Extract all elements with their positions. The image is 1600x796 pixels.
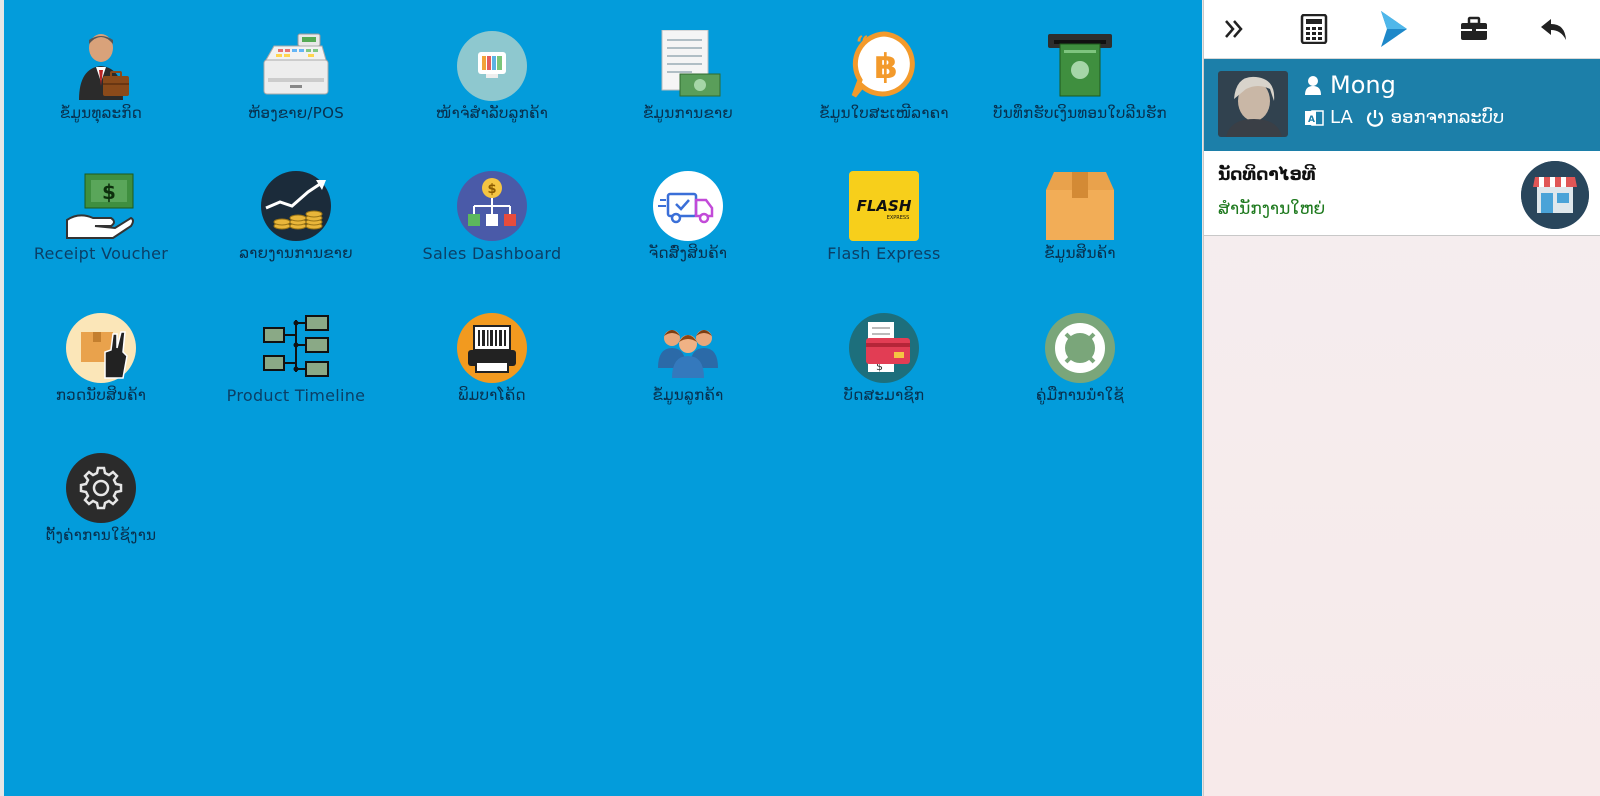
tile-flash-express[interactable]: FLASH EXPRESS Flash Express [789,170,979,263]
businessman-icon [79,34,129,100]
briefcase-icon [1461,16,1487,40]
power-icon [1366,109,1383,127]
customers-icon [658,330,718,378]
language-selector[interactable]: LA [1330,107,1353,128]
tile-label: ໜ້າຈໍສໍາລັບລູກຄ້າ [435,104,549,122]
tile-label: ຕັ້ງຄ່າການໃຊ້ງານ [45,526,157,544]
tile-customer-display[interactable]: ໜ້າຈໍສໍາລັບລູກຄ້າ [397,30,587,123]
tile-pos[interactable]: ຫ້ອງຂາຍ/POS [201,30,391,123]
tile-label: ຂໍ້ມູນລູກຄ້າ [652,386,724,404]
tile-label: Flash Express [827,244,941,263]
lifebuoy-icon [1045,313,1115,383]
svg-text:FLASH: FLASH [857,197,912,215]
tile-label: ບັນທຶກຮັບເງິນທອນໃບລີນຮັກ [993,104,1167,122]
user-name: Mong [1330,71,1396,99]
tile-label: ຂໍ້ມູນສິນຄ້າ [1044,244,1116,262]
cash-register-icon [263,33,329,95]
side-panel: Mong A LA ອອກຈາກລະບົບ ນັດທິດາໄອທີ ສໍານັກ… [1203,0,1600,796]
calculator-button[interactable] [1294,10,1334,48]
tile-delivery[interactable]: ຈັດສົ່ງສິນຄ້າ [593,170,783,263]
tile-sales-data[interactable]: ຂໍ້ມູນການຂາຍ [593,30,783,123]
sales-invoice-icon [661,30,721,97]
back-button[interactable] [1534,10,1574,48]
tile-cash-record[interactable]: ບັນທຶກຮັບເງິນທອນໃບລີນຮັກ [985,30,1175,123]
tile-label: ຂໍ້ມູນທຸລະກິດ [59,104,143,122]
settings-gear-icon [66,453,136,523]
shop-card[interactable]: ນັດທິດາໄອທີ ສໍານັກງານໃຫຍ່ [1204,151,1600,236]
back-arrow-icon [1541,19,1566,40]
tile-label: ຫ້ອງຂາຍ/POS [247,104,345,122]
barcode-printer-icon [457,313,527,383]
shop-title: ນັດທິດາໄອທີ [1218,165,1316,185]
tile-label: ຄູ່ມືການນໍາໃຊ້ [1036,386,1124,404]
tile-business-info[interactable]: ຂໍ້ມູນທຸລະກິດ [6,30,196,123]
app-window: ຂໍ້ມູນທຸລະກິດ ຫ້ອງຂາຍ/POS ໜ້າຈໍສໍາລັບລູກ… [0,0,1600,796]
briefcase-button[interactable] [1454,10,1494,48]
calculator-icon [1300,14,1328,44]
tile-product-info[interactable]: ຂໍ້ມູນສິນຄ້າ [985,170,1175,263]
svg-text:฿: ฿ [874,47,898,87]
tile-product-timeline[interactable]: Product Timeline [201,312,391,405]
tile-label: ກວດນັບສິນຄ້າ [55,386,147,404]
tile-sales-dashboard[interactable]: $ Sales Dashboard [397,170,587,263]
member-card-icon: $ [849,313,919,383]
expand-button[interactable] [1214,10,1254,48]
customer-display-icon [457,31,527,101]
tile-customer-info[interactable]: ຂໍ້ມູນລູກຄ້າ [593,312,783,405]
menu-grid: ຂໍ້ມູນທຸລະກິດ ຫ້ອງຂາຍ/POS ໜ້າຈໍສໍາລັບລູກ… [4,0,1202,796]
sales-report-icon [261,171,331,241]
user-name-row: Mong [1304,71,1396,99]
tile-sales-report[interactable]: ລາຍງານການຂາຍ [201,170,391,263]
tile-user-guide[interactable]: ຄູ່ມືການນໍາໃຊ້ [985,312,1175,405]
language-icon: A [1305,109,1324,126]
tile-member-card[interactable]: $ ບັດສະມາຊິກ [789,312,979,405]
tile-label: ພິມບາໂຄ້ດ [458,386,526,404]
user-bar: Mong A LA ອອກຈາກລະບົບ [1204,59,1600,151]
svg-text:A: A [1308,115,1315,125]
tile-label: Receipt Voucher [33,244,169,263]
shop-subtitle: ສໍານັກງານໃຫຍ່ [1218,199,1326,219]
svg-text:$: $ [487,182,496,197]
logout-link[interactable]: ອອກຈາກລະບົບ [1391,107,1505,128]
sales-dashboard-icon: $ [457,171,527,241]
app-logo-button[interactable] [1374,10,1414,48]
tile-print-barcode[interactable]: ພິມບາໂຄ້ດ [397,312,587,405]
tile-label: ບັດສະມາຊິກ [843,386,925,404]
svg-text:EXPRESS: EXPRESS [887,215,910,221]
svg-text:$: $ [102,180,116,204]
receipt-voucher-icon: $ [66,173,134,239]
user-meta-row: A LA ອອກຈາກລະບົບ [1304,107,1504,128]
svg-text:“: “ [856,32,869,58]
product-timeline-icon [263,315,329,377]
tile-label: ລາຍງານການຂາຍ [239,244,353,262]
tile-label: Product Timeline [226,386,366,405]
product-box-icon [1046,172,1114,240]
tile-label: ຂໍ້ມູນການຂາຍ [642,104,734,122]
tile-settings[interactable]: ຕັ້ງຄ່າການໃຊ້ງານ [6,452,196,545]
tile-quotation[interactable]: ฿ “ ຂໍ້ມູນໃບສະເໜີລາຄາ [789,30,979,123]
tile-label: ຈັດສົ່ງສິນຄ້າ [648,244,728,262]
tile-receipt-voucher[interactable]: $ Receipt Voucher [6,170,196,263]
store-icon [1521,161,1589,229]
user-icon [1305,76,1321,95]
delivery-truck-icon [653,171,723,241]
tile-label: Sales Dashboard [422,244,562,263]
side-toolbar [1204,0,1600,59]
flash-express-icon: FLASH EXPRESS [849,171,919,241]
stock-count-icon [66,313,136,383]
expand-icon [1225,20,1243,38]
quotation-icon: ฿ “ [851,31,915,98]
atm-cash-icon [1048,34,1112,97]
avatar[interactable] [1218,71,1288,137]
tile-label: ຂໍ້ມູນໃບສະເໜີລາຄາ [819,104,949,122]
app-logo-icon [1381,11,1407,47]
tile-stock-count[interactable]: ກວດນັບສິນຄ້າ [6,312,196,405]
